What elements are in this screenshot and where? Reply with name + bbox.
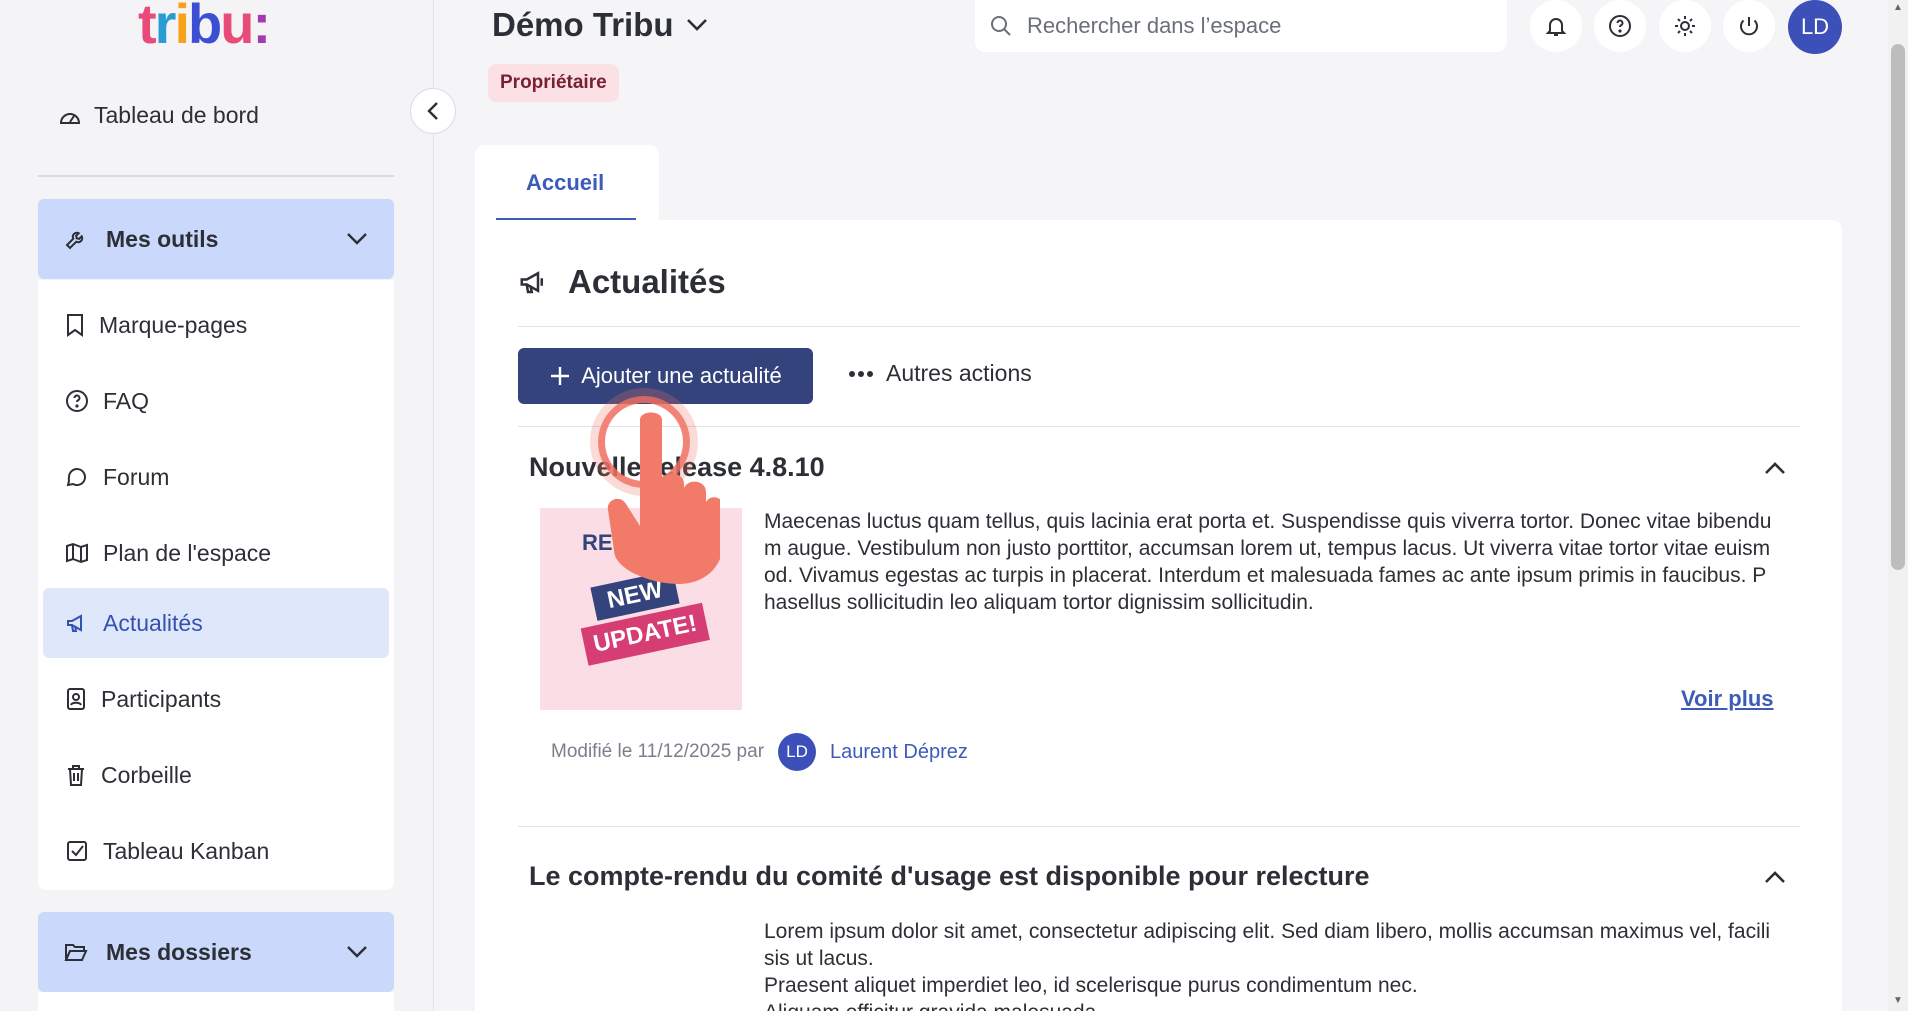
add-news-button[interactable]: Ajouter une actualité <box>518 348 813 404</box>
sidebar-item-label: Tableau Kanban <box>103 837 270 864</box>
scroll-up-arrow[interactable]: ▲ <box>1890 2 1906 16</box>
sidebar-item-label: FAQ <box>103 387 150 414</box>
sidebar-item-trash[interactable]: Corbeille <box>43 740 389 810</box>
news-meta: Modifié le 11/12/2025 par LD Laurent Dép… <box>551 733 968 771</box>
sidebar-item-label: Forum <box>103 463 170 490</box>
tools-list: Marque-pages FAQ Forum Plan de l'espace … <box>38 280 394 890</box>
sidebar-item-label: Marque-pages <box>99 311 248 338</box>
collapse-news-button[interactable] <box>1762 455 1788 481</box>
help-button[interactable] <box>1594 0 1646 52</box>
sidebar-item-label: Plan de l'espace <box>103 539 272 566</box>
help-circle-icon <box>1609 15 1631 37</box>
chat-icon <box>66 468 86 487</box>
chevron-down-icon <box>686 19 707 31</box>
click-indicator-ring <box>598 396 690 488</box>
more-actions-button[interactable]: Autres actions <box>848 360 1032 387</box>
more-actions-label: Autres actions <box>886 360 1032 386</box>
space-title: Démo Tribu <box>492 6 674 43</box>
news-body: Lorem ipsum dolor sit amet, consectetur … <box>764 918 1774 1011</box>
modified-text: Modifié le 11/12/2025 par <box>551 741 765 762</box>
chevron-down-icon <box>347 946 367 958</box>
author-link[interactable]: Laurent Déprez <box>830 741 968 764</box>
sidebar-item-bookmarks[interactable]: Marque-pages <box>43 290 389 360</box>
folders-group-label: Mes dossiers <box>106 938 252 965</box>
section-title: Actualités <box>568 263 726 300</box>
plus-icon <box>551 367 570 385</box>
news-thumbnail: REL NEW UPDATE! <box>540 508 742 710</box>
checkbox-icon <box>67 841 87 861</box>
see-more-link[interactable]: Voir plus <box>1681 686 1774 712</box>
collapse-sidebar-button[interactable] <box>410 88 456 134</box>
tools-group-header[interactable]: Mes outils <box>38 199 394 279</box>
sidebar-item-participants[interactable]: Participants <box>43 664 389 734</box>
trash-icon <box>68 765 84 786</box>
news-divider <box>518 826 1800 827</box>
contacts-icon <box>67 688 85 710</box>
thumbnail-text: REL <box>582 530 626 555</box>
section-divider <box>518 426 1800 427</box>
megaphone-icon <box>520 271 543 294</box>
map-icon <box>66 542 88 564</box>
folders-list <box>38 992 394 1011</box>
help-circle-icon <box>66 390 88 412</box>
wrench-icon <box>65 231 84 250</box>
space-selector[interactable]: Démo Tribu <box>492 6 708 44</box>
scrollbar-thumb[interactable] <box>1891 44 1905 570</box>
search-input[interactable] <box>1027 13 1467 39</box>
news-title[interactable]: Le compte-rendu du comité d'usage est di… <box>529 861 1370 892</box>
tab-home[interactable]: Accueil <box>526 170 604 196</box>
power-icon <box>1740 17 1758 36</box>
tribu-logo[interactable]: tribu: <box>138 0 271 52</box>
sidebar-item-kanban[interactable]: Tableau Kanban <box>43 816 389 886</box>
author-avatar: LD <box>778 733 817 771</box>
news-body-line: Aliquam efficitur gravida malesuada. <box>764 999 1774 1011</box>
news-body: Maecenas luctus quam tellus, quis lacini… <box>764 510 1772 614</box>
sidebar-item-label: Participants <box>101 685 222 712</box>
more-horizontal-icon <box>849 370 873 377</box>
bell-icon <box>1545 18 1567 36</box>
dashboard-gauge-icon <box>59 112 81 124</box>
collapse-news-button[interactable] <box>1762 864 1788 890</box>
section-divider <box>518 326 1800 327</box>
search-icon <box>991 16 1011 36</box>
role-badge: Propriétaire <box>488 64 619 102</box>
logout-button[interactable] <box>1723 0 1775 52</box>
sun-icon <box>1675 16 1695 36</box>
search-bar[interactable] <box>975 0 1507 52</box>
chevron-up-icon <box>1765 462 1785 474</box>
news-body-line: Praesent aliquet imperdiet leo, id scele… <box>764 974 1418 997</box>
tools-group-label: Mes outils <box>106 225 219 252</box>
chevron-up-icon <box>1765 871 1785 883</box>
add-news-label: Ajouter une actualité <box>581 363 782 388</box>
theme-toggle-button[interactable] <box>1659 0 1711 52</box>
sidebar-item-label: Tableau de bord <box>94 102 259 128</box>
chevron-left-icon <box>427 102 438 120</box>
update-stamp: NEW UPDATE! <box>573 566 710 671</box>
section-header: Actualités <box>518 263 726 301</box>
folders-group-header[interactable]: Mes dossiers <box>38 912 394 992</box>
news-body-line: Lorem ipsum dolor sit amet, consectetur … <box>764 920 1771 970</box>
megaphone-icon <box>67 614 82 632</box>
sidebar-item-forum[interactable]: Forum <box>43 442 389 512</box>
chevron-down-icon <box>347 233 367 245</box>
sidebar-item-faq[interactable]: FAQ <box>43 366 389 436</box>
sidebar-item-space-map[interactable]: Plan de l'espace <box>43 518 389 588</box>
sidebar-item-dashboard[interactable]: Tableau de bord <box>58 102 259 129</box>
folder-open-icon <box>64 944 88 961</box>
user-avatar[interactable]: LD <box>1788 0 1842 54</box>
bookmark-icon <box>67 314 83 337</box>
notifications-button[interactable] <box>1530 0 1582 52</box>
sidebar-item-label: Corbeille <box>101 761 192 788</box>
sidebar-item-label: Actualités <box>103 609 203 636</box>
sidebar-divider <box>38 175 394 177</box>
scroll-down-arrow[interactable]: ▼ <box>1890 995 1906 1009</box>
sidebar-item-news[interactable]: Actualités <box>43 588 389 658</box>
sidebar: tribu: Tableau de bord Mes outils Marque… <box>0 0 434 1011</box>
